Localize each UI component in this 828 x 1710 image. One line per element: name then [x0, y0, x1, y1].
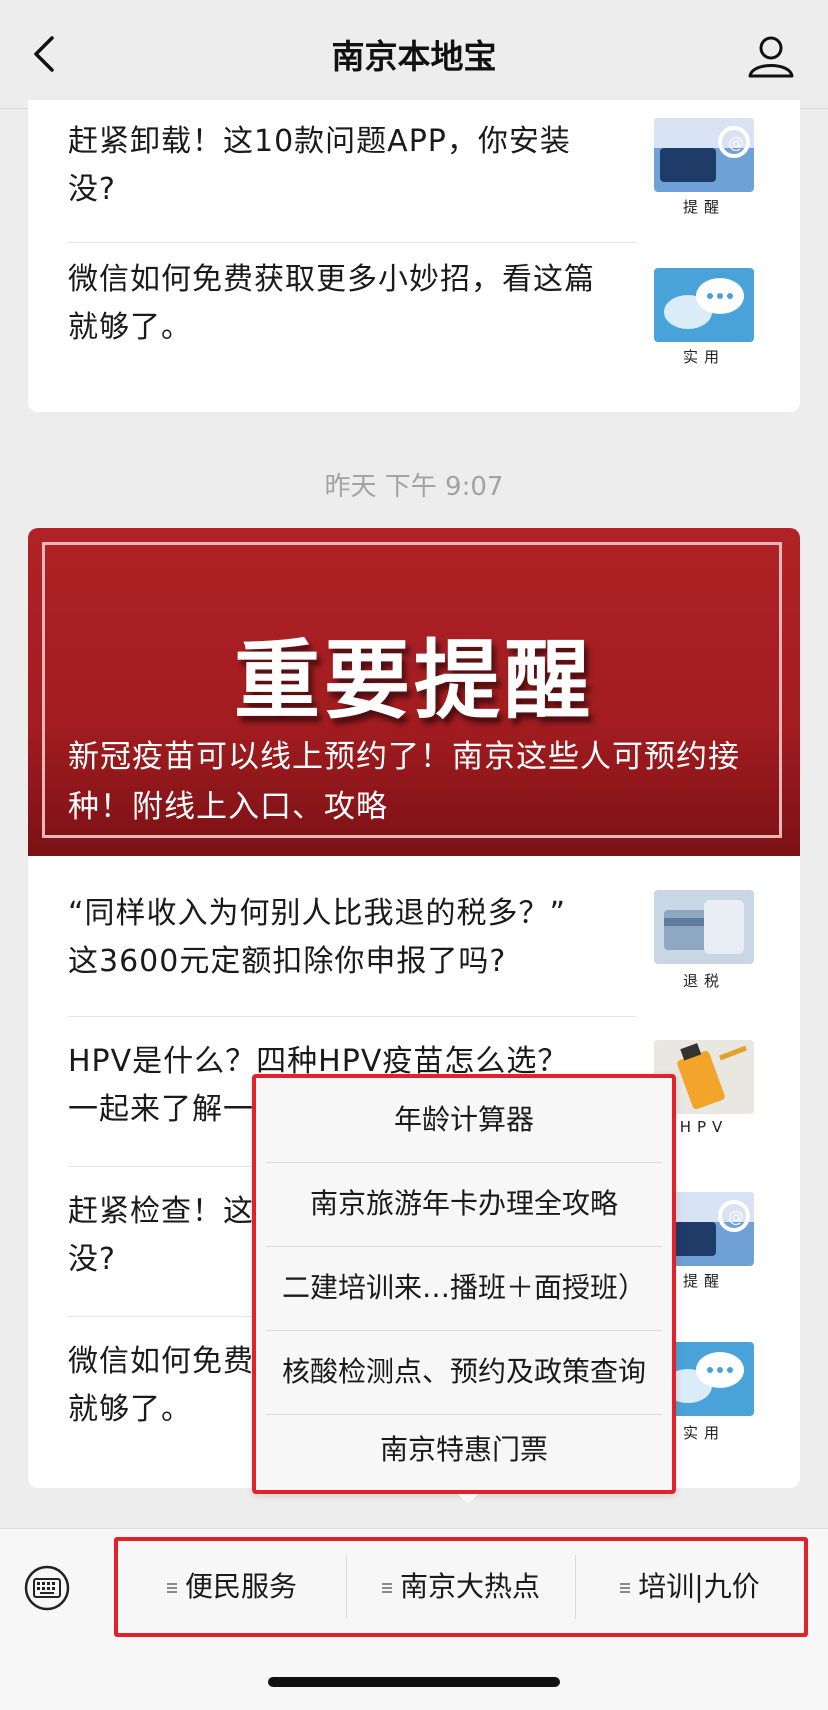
official-account-menu-bar: 便民服务 南京大热点 培训|九价	[0, 1528, 828, 1710]
article-tag: 实用	[682, 348, 725, 366]
keyboard-icon[interactable]	[24, 1565, 70, 1611]
previous-message-card: 赶紧卸载！这10款问题APP，你安装没? @ 提醒 微信如何免费获取更多小妙招，…	[28, 100, 800, 412]
submenu-item-travel-card[interactable]: 南京旅游年卡办理全攻略	[266, 1162, 662, 1246]
submenu-lines-icon	[381, 1581, 392, 1595]
submenu-pointer	[458, 1494, 478, 1504]
article-tag: 提醒	[682, 198, 725, 216]
submenu-item-discount-tickets[interactable]: 南京特惠门票	[266, 1408, 662, 1492]
profile-icon[interactable]	[746, 34, 796, 78]
submenu-item-age-calculator[interactable]: 年龄计算器	[266, 1078, 662, 1162]
submenu-lines-icon	[620, 1581, 631, 1595]
article-title: “同样收入为何别人比我退的税多？” 这3600元定额扣除你申报了吗?	[68, 896, 567, 979]
banner-headline: 重要提醒	[234, 631, 594, 731]
article-tag: 退税	[682, 972, 725, 990]
menu-button-training-vaccine[interactable]: 培训|九价	[576, 1541, 804, 1633]
account-title: 南京本地宝	[331, 37, 497, 76]
menu-button-label: 便民服务	[184, 1570, 297, 1603]
phone-keyboard-thumbnail: @	[654, 118, 754, 192]
menu-buttons-frame: 便民服务 南京大热点 培训|九价	[114, 1537, 808, 1637]
home-indicator[interactable]	[268, 1677, 560, 1687]
menu-button-services[interactable]: 便民服务	[118, 1541, 346, 1633]
submenu-panel: 年龄计算器 南京旅游年卡办理全攻略 二建培训来…播班＋面授班） 核酸检测点、预约…	[252, 1074, 676, 1494]
submenu-item-construction-training[interactable]: 二建培训来…播班＋面授班）	[266, 1246, 662, 1330]
svg-text:@: @	[728, 1207, 744, 1226]
tax-card-thumbnail	[654, 890, 754, 964]
submenu-lines-icon	[166, 1581, 177, 1595]
headline-banner[interactable]: 重要提醒 新冠疫苗可以线上预约了！南京这些人可预约接种！附线上入口、攻略	[28, 528, 800, 856]
divider	[68, 242, 636, 243]
banner-caption: 新冠疫苗可以线上预约了！南京这些人可预约接种！附线上入口、攻略	[68, 739, 740, 825]
svg-text:@: @	[728, 133, 744, 152]
article-title: 微信如何免费获取更多小妙招，看这篇就够了。	[68, 262, 595, 345]
submenu-item-nucleic-test[interactable]: 核酸检测点、预约及政策查询	[266, 1330, 662, 1414]
message-timestamp: 昨天 下午 9:07	[324, 472, 504, 502]
menu-button-hot-topics[interactable]: 南京大热点	[347, 1541, 575, 1633]
top-nav-bar: 南京本地宝	[0, 0, 828, 109]
menu-button-label: 南京大热点	[399, 1570, 540, 1603]
chat-bubbles-thumbnail	[654, 268, 754, 342]
menu-button-label: 培训|九价	[638, 1570, 760, 1603]
divider	[68, 1016, 636, 1017]
article-title: 赶紧卸载！这10款问题APP，你安装没?	[68, 124, 571, 207]
submenu-popup: 年龄计算器 南京旅游年卡办理全攻略 二建培训来…播班＋面授班） 核酸检测点、预约…	[248, 1070, 680, 1498]
